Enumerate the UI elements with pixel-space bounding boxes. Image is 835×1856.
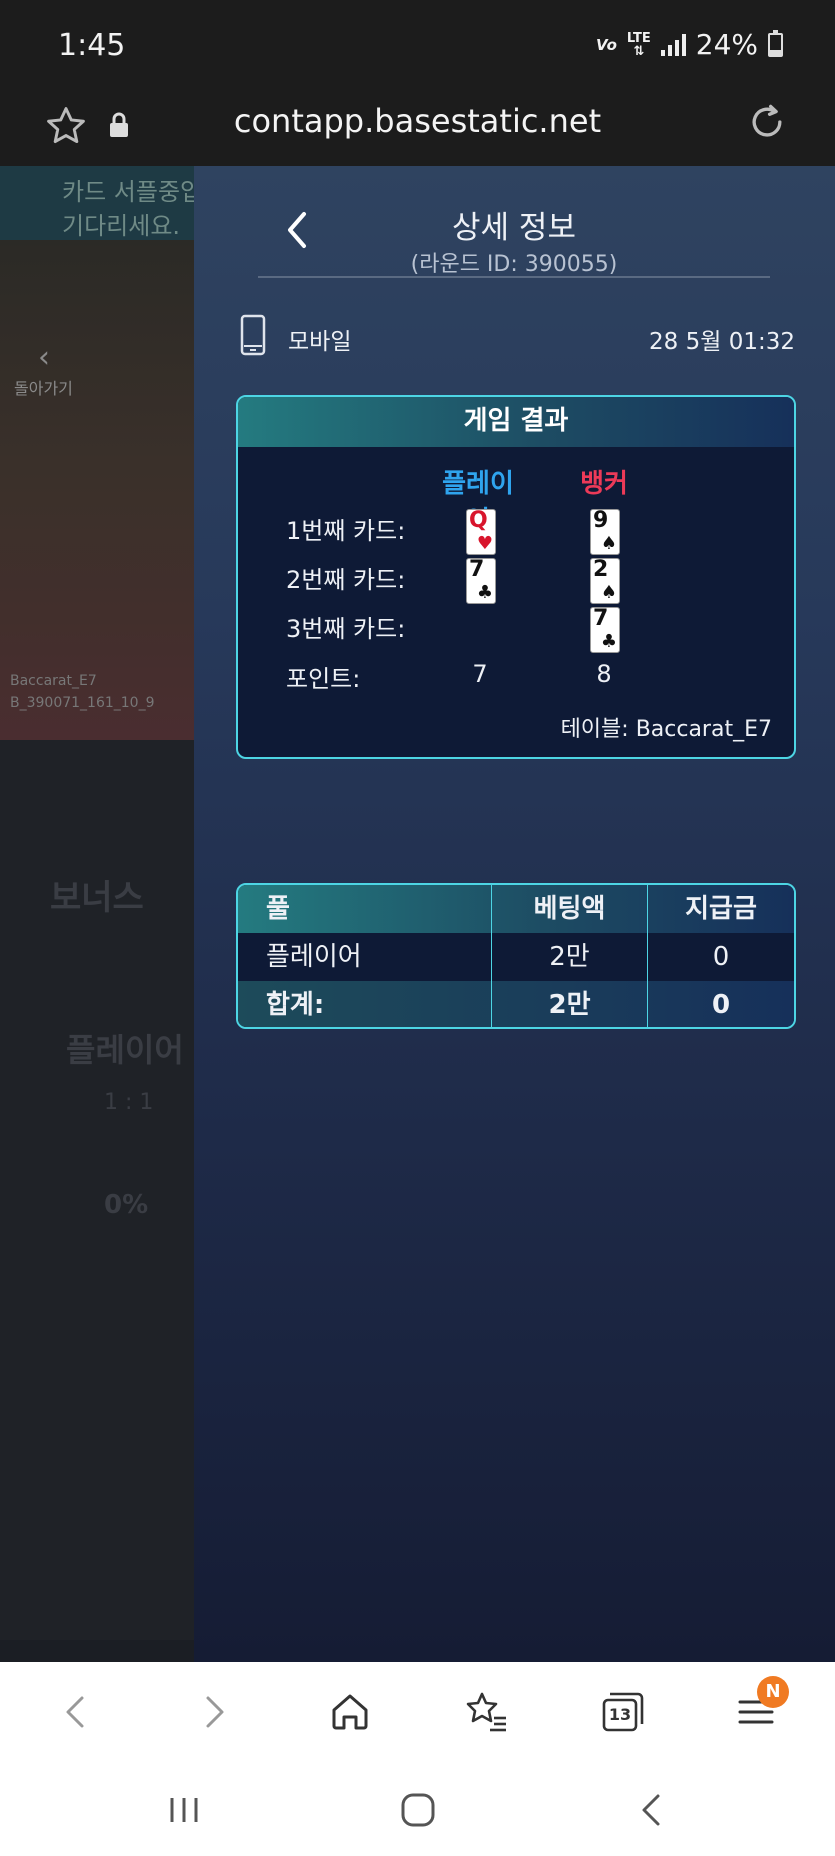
percent-label: 0% — [104, 1190, 149, 1220]
background-bet-panel: 보너스 플레이어 1 : 1 0% — [0, 740, 200, 1640]
second-card-label: 2번째 카드: — [286, 566, 406, 594]
game-result-header: 게임 결과 — [238, 397, 794, 447]
player-points: 7 — [472, 660, 488, 688]
system-nav-bar — [0, 1762, 835, 1856]
total-label: 합계: — [238, 981, 492, 1027]
total-payout: 0 — [711, 990, 731, 1020]
payout-header: 지급금 — [685, 894, 757, 924]
lte-icon: LTE ⇅ — [626, 30, 651, 59]
background-back-button[interactable]: ‹ 돌아가기 — [14, 340, 73, 399]
total-bet-amount: 2만 — [492, 981, 648, 1027]
status-time: 1:45 — [58, 28, 126, 63]
shuffle-notice: 카드 서플중입 기다리세요. — [0, 166, 202, 240]
bet-amount: 2만 — [492, 933, 648, 981]
volte-icon: Vo — [596, 35, 617, 54]
bet-table: 풀 베팅액 지급금 플레이어 2만 0 합계: 2만 0 — [236, 883, 796, 1029]
browser-toolbar: 13 N — [0, 1662, 835, 1762]
web-content: 카드 서플중입 기다리세요. ‹ 돌아가기 Baccarat_E7 B_3900… — [0, 166, 835, 1662]
signal-icon — [660, 33, 686, 56]
game-result-box: 게임 결과 플레이어 뱅커 1번째 카드: 2번째 카드: 3번째 카드: 포인… — [236, 395, 796, 759]
payout-ratio: 1 : 1 — [104, 1090, 154, 1115]
battery-icon — [768, 29, 783, 57]
tabs-button[interactable]: 13 — [596, 1686, 648, 1738]
bookmarks-icon[interactable] — [460, 1686, 512, 1738]
notification-badge: N — [757, 1676, 789, 1708]
detail-panel: 상세 정보 (라운드 ID: 390055) 모바일 28 5월 01:32 게… — [194, 166, 835, 1662]
detail-header: 상세 정보 (라운드 ID: 390055) — [258, 200, 770, 278]
home-icon[interactable] — [324, 1686, 376, 1738]
banker-card-1: 9 ♠ — [590, 509, 620, 555]
forward-icon[interactable] — [188, 1686, 240, 1738]
url-text[interactable]: contapp.basestatic.net — [0, 102, 835, 140]
background-game-page: 카드 서플중입 기다리세요. ‹ 돌아가기 Baccarat_E7 B_3900… — [0, 166, 202, 1662]
round-id: (라운드 ID: 390055) — [410, 252, 618, 277]
round-datetime: 28 5월 01:32 — [649, 329, 795, 355]
back-icon[interactable] — [50, 1686, 102, 1738]
player-card-1: Q ♥ — [466, 509, 496, 555]
battery-percent: 24% — [695, 28, 758, 61]
table-name: 테이블: Baccarat_E7 — [560, 717, 772, 742]
bonus-label: 보너스 — [50, 878, 144, 918]
live-video: ‹ 돌아가기 Baccarat_E7 B_390071_161_10_9 — [0, 240, 200, 740]
back-nav-icon[interactable] — [632, 1790, 672, 1830]
status-icons: Vo LTE ⇅ 24% — [596, 28, 783, 61]
banker-card-2: 2 ♠ — [590, 558, 620, 604]
player-card-2: 7 ♣ — [466, 558, 496, 604]
reload-icon[interactable] — [745, 100, 789, 144]
bet-amount-header: 베팅액 — [492, 885, 648, 933]
total-row: 합계: 2만 0 — [238, 981, 794, 1027]
first-card-label: 1번째 카드: — [286, 517, 406, 545]
pool-header: 풀 — [238, 885, 492, 933]
bet-payout: 0 — [712, 942, 730, 972]
bet-pool: 플레이어 — [238, 933, 492, 981]
browser-url-bar: contapp.basestatic.net — [0, 92, 835, 166]
background-player-label: 플레이어 — [66, 1031, 184, 1069]
banker-card-3: 7 ♣ — [590, 607, 620, 653]
device-row: 모바일 28 5월 01:32 — [240, 314, 795, 358]
device-label: 모바일 — [288, 329, 352, 355]
detail-title: 상세 정보 — [452, 210, 576, 246]
table-row: 플레이어 2만 0 — [238, 933, 794, 981]
banker-points: 8 — [596, 660, 612, 688]
mobile-phone-icon — [240, 314, 266, 356]
banker-column-label: 뱅커 — [580, 469, 628, 499]
video-table-label: Baccarat_E7 B_390071_161_10_9 — [10, 673, 155, 711]
third-card-label: 3번째 카드: — [286, 615, 406, 643]
tab-count: 13 — [608, 1705, 632, 1724]
status-bar: 1:45 Vo LTE ⇅ 24% — [0, 0, 835, 92]
recent-apps-icon[interactable] — [164, 1790, 204, 1830]
bet-table-header: 풀 베팅액 지급금 — [238, 885, 794, 933]
home-nav-icon[interactable] — [398, 1790, 438, 1830]
points-label: 포인트: — [286, 665, 361, 693]
